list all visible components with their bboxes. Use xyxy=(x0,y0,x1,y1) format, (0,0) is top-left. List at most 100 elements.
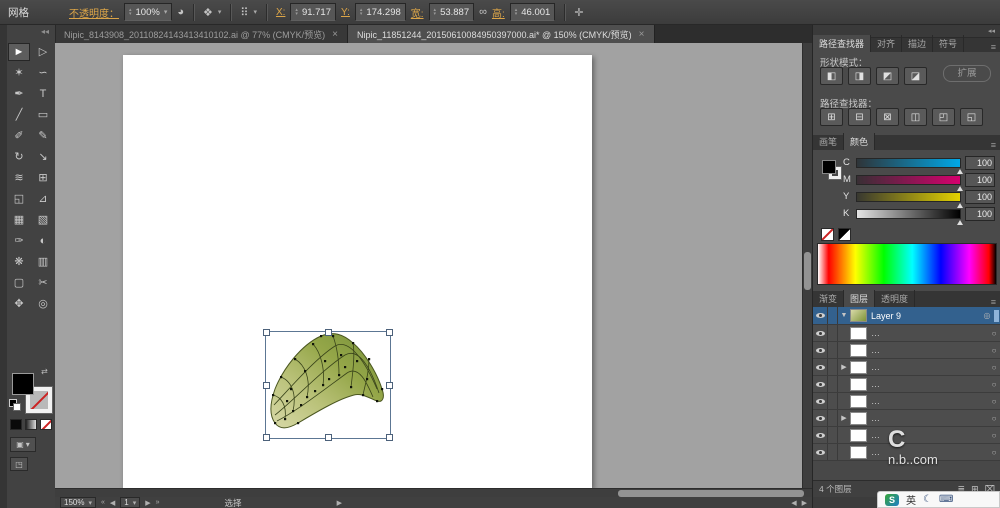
tab-align[interactable]: 对齐 xyxy=(871,35,903,52)
status-arrow-icon[interactable]: ▶ xyxy=(337,499,342,507)
recolor-circle-icon[interactable]: ◕ xyxy=(177,6,184,18)
visibility-toggle[interactable] xyxy=(813,410,828,426)
shape-mode-minus-front-button[interactable]: ◨ xyxy=(848,67,871,85)
resize-handle-w[interactable] xyxy=(263,382,270,389)
next-page-icon[interactable]: ▶ xyxy=(145,499,150,507)
tool-blend[interactable]: ◐ xyxy=(32,232,54,250)
layer-row[interactable]: … ○ xyxy=(813,427,1000,444)
yellow-slider[interactable] xyxy=(856,191,963,208)
black-white-swatch[interactable] xyxy=(838,228,851,241)
tool-rotate[interactable]: ↻ xyxy=(8,148,30,166)
magenta-value[interactable]: 100 xyxy=(965,172,995,187)
tab-brushes[interactable]: 画笔 xyxy=(813,133,845,150)
layer-row[interactable]: … ○ xyxy=(813,342,1000,359)
layer-name[interactable]: … xyxy=(871,396,987,406)
canvas[interactable] xyxy=(55,43,812,488)
y-input[interactable]: ▴ ▾ 174.298 xyxy=(354,3,406,21)
layer-row[interactable]: … ○ xyxy=(813,393,1000,410)
shape-mode-intersect-button[interactable]: ◩ xyxy=(876,67,899,85)
link-dimensions-icon[interactable]: ∞ xyxy=(479,6,487,18)
lock-cell[interactable] xyxy=(828,359,838,375)
close-icon[interactable]: × xyxy=(639,29,645,40)
resize-handle-s[interactable] xyxy=(325,434,332,441)
chevron-down-icon[interactable]: ▾ xyxy=(164,8,168,16)
layer-name[interactable]: … xyxy=(871,328,987,338)
layer-name[interactable]: … xyxy=(871,362,987,372)
tool-type[interactable]: T xyxy=(32,85,54,103)
pathfinder-outline-button[interactable]: ◰ xyxy=(932,108,955,126)
shape-mode-unite-button[interactable]: ◧ xyxy=(820,67,843,85)
expand-button[interactable]: 扩展 xyxy=(943,65,991,82)
pathfinder-crop-button[interactable]: ◫ xyxy=(904,108,927,126)
y-value[interactable]: 174.298 xyxy=(366,7,400,18)
layer-row-selected[interactable]: ▼ Layer 9 ◎ xyxy=(813,307,1000,325)
height-stepper[interactable]: ▴ ▾ xyxy=(515,7,518,17)
x-value[interactable]: 91.717 xyxy=(302,7,331,18)
default-fill-stroke-icon[interactable] xyxy=(9,399,21,411)
layer-row[interactable]: … ○ xyxy=(813,444,1000,461)
style-icon[interactable]: ❖ xyxy=(203,6,213,19)
ime-language-toggle[interactable]: 英 xyxy=(906,492,916,507)
lock-cell[interactable] xyxy=(828,307,838,324)
y-label[interactable]: Y: xyxy=(341,7,350,18)
layer-name[interactable]: … xyxy=(871,447,987,457)
layer-row[interactable]: ▶ … ○ xyxy=(813,359,1000,376)
expand-triangle-icon[interactable]: ▶ xyxy=(838,363,850,371)
lock-cell[interactable] xyxy=(828,427,838,443)
cyan-value[interactable]: 100 xyxy=(965,155,995,170)
visibility-toggle[interactable] xyxy=(813,427,828,443)
zoom-select[interactable]: 150% ▾ xyxy=(60,497,96,508)
tab-gradient[interactable]: 渐变 xyxy=(813,290,845,307)
layer-thumbnail[interactable] xyxy=(850,394,867,408)
pathfinder-divide-button[interactable]: ⊞ xyxy=(820,108,843,126)
layer-thumbnail[interactable] xyxy=(850,326,867,340)
sogou-icon[interactable]: S xyxy=(885,493,899,506)
scroll-right-icon[interactable]: ▶ xyxy=(802,499,807,507)
opacity-input[interactable]: ▴ ▾ 100% ▾ xyxy=(124,3,173,21)
first-page-icon[interactable]: « xyxy=(101,499,105,506)
x-stepper[interactable]: ▴ ▾ xyxy=(295,7,298,17)
layer-thumbnail[interactable] xyxy=(850,360,867,374)
visibility-toggle[interactable] xyxy=(813,359,828,375)
visibility-toggle[interactable] xyxy=(813,376,828,392)
last-page-icon[interactable]: » xyxy=(156,499,160,506)
layer-row[interactable]: ▶ … ○ xyxy=(813,410,1000,427)
cyan-slider[interactable] xyxy=(856,157,963,174)
layer-row[interactable]: … ○ xyxy=(813,376,1000,393)
layer-row[interactable]: … ○ xyxy=(813,325,1000,342)
visibility-toggle[interactable] xyxy=(813,393,828,409)
artboard-number-select[interactable]: 1 ▾ xyxy=(120,497,141,508)
screen-mode-button[interactable]: ◳ xyxy=(10,457,28,471)
tool-shape-builder[interactable]: ◱ xyxy=(8,190,30,208)
lock-cell[interactable] xyxy=(828,376,838,392)
resize-handle-ne[interactable] xyxy=(386,329,393,336)
layer-thumbnail[interactable] xyxy=(850,428,867,442)
tool-perspective-grid[interactable]: ⊿ xyxy=(32,190,54,208)
resize-handle-nw[interactable] xyxy=(263,329,270,336)
shape-mode-exclude-button[interactable]: ◪ xyxy=(904,67,927,85)
tool-magic-wand[interactable]: ✶ xyxy=(8,64,30,82)
height-label[interactable]: 高: xyxy=(492,5,505,20)
close-icon[interactable]: × xyxy=(332,29,338,40)
tool-selection[interactable]: ► xyxy=(8,42,30,61)
vertical-scrollbar[interactable] xyxy=(802,43,812,488)
keyboard-icon[interactable]: ⌨ xyxy=(939,494,953,505)
tool-column-graph[interactable]: ▥ xyxy=(32,253,54,271)
target-circle-icon[interactable]: ◎ xyxy=(980,311,994,320)
resize-handle-n[interactable] xyxy=(325,329,332,336)
resize-handle-se[interactable] xyxy=(386,434,393,441)
tool-rectangle[interactable]: ▭ xyxy=(32,106,54,124)
tab-pathfinder[interactable]: 路径查找器 xyxy=(813,35,872,52)
target-circle-icon[interactable]: ○ xyxy=(987,346,1000,355)
target-circle-icon[interactable]: ○ xyxy=(987,363,1000,372)
width-label[interactable]: 宽: xyxy=(411,5,424,20)
expand-triangle-icon[interactable]: ▼ xyxy=(838,312,850,319)
tool-pencil[interactable]: ✎ xyxy=(32,127,54,145)
tab-color[interactable]: 颜色 xyxy=(844,133,876,150)
layer-thumbnail[interactable] xyxy=(850,445,867,459)
tool-width[interactable]: ≋ xyxy=(8,169,30,187)
lock-cell[interactable] xyxy=(828,325,838,341)
visibility-toggle[interactable] xyxy=(813,342,828,358)
moon-icon[interactable]: ☾ xyxy=(923,494,932,505)
vertical-scrollbar-thumb[interactable] xyxy=(804,252,811,290)
